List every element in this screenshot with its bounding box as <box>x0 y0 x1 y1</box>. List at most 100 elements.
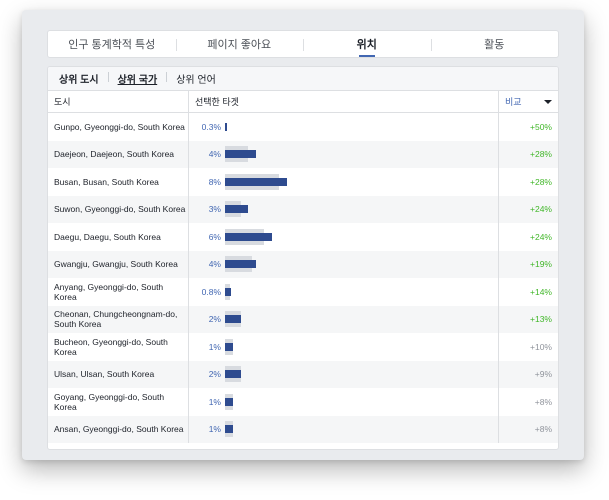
compare-value: +24% <box>498 223 558 251</box>
compare-value: +8% <box>498 388 558 416</box>
column-header-city: 도시 <box>54 97 71 107</box>
column-header-compare[interactable]: 비교 <box>498 91 558 112</box>
table-row: Suwon, Gyeonggi-do, South Korea 3% +24% <box>48 195 558 224</box>
table-row: Ansan, Gyeonggi-do, South Korea 1% +8% <box>48 415 558 444</box>
compare-value: +9% <box>498 360 558 388</box>
target-bar <box>225 370 241 379</box>
table-row: Gunpo, Gyeonggi-do, South Korea 0.3% +50% <box>48 113 558 141</box>
tab-demographics[interactable]: 인구 통계학적 특성 <box>48 31 176 57</box>
target-cell: 6% <box>188 223 498 251</box>
target-bar <box>225 315 241 324</box>
bar-area <box>225 388 475 416</box>
target-cell: 0.3% <box>188 113 498 141</box>
target-cell: 3% <box>188 195 498 224</box>
bar-area <box>225 223 475 251</box>
table-row: Daegu, Daegu, South Korea 6% +24% <box>48 223 558 251</box>
target-cell: 2% <box>188 305 498 334</box>
target-cell: 2% <box>188 360 498 389</box>
city-name: Gwangju, Gwangju, South Korea <box>54 259 178 270</box>
bar-area <box>225 278 475 306</box>
target-bar <box>225 287 232 296</box>
target-cell: 4% <box>188 140 498 169</box>
subtab-top-languages[interactable]: 상위 언어 <box>176 71 226 86</box>
target-bar <box>225 232 272 241</box>
city-name: Daejeon, Daejeon, South Korea <box>54 149 175 160</box>
target-cell: 0.8% <box>188 278 498 306</box>
compare-value: +14% <box>498 278 558 306</box>
target-percent: 1% <box>208 341 221 352</box>
bar-area <box>225 416 475 444</box>
city-name: Ansan, Gyeonggi-do, South Korea <box>54 424 184 435</box>
city-name: Busan, Busan, South Korea <box>54 176 159 187</box>
city-name: Anyang, Gyeonggi-do, South Korea <box>54 281 164 302</box>
city-name: Gunpo, Gyeonggi-do, South Korea <box>54 121 185 132</box>
target-percent: 4% <box>208 149 221 160</box>
bar-area <box>225 333 475 361</box>
target-bar <box>225 177 287 186</box>
table-row: Busan, Busan, South Korea 8% +28% <box>48 168 558 196</box>
target-percent: 0.3% <box>201 121 221 132</box>
target-bar <box>225 342 233 351</box>
column-header-target: 선택한 타겟 <box>188 91 498 112</box>
table-body: Gunpo, Gyeonggi-do, South Korea 0.3% +50% D… <box>48 113 558 443</box>
compare-value: +19% <box>498 250 558 278</box>
target-bar <box>225 150 256 159</box>
table-row: Goyang, Gyeonggi-do, South Korea 1% +8% <box>48 388 558 416</box>
bar-area <box>225 306 475 334</box>
bar-area <box>225 361 475 389</box>
column-header-compare-label: 비교 <box>505 97 522 107</box>
target-percent: 6% <box>208 231 221 242</box>
target-cell: 1% <box>188 388 498 416</box>
target-percent: 4% <box>208 259 221 270</box>
target-percent: 8% <box>208 176 221 187</box>
compare-value: +10% <box>498 333 558 361</box>
city-name: Bucheon, Gyeonggi-do, South Korea <box>54 336 168 357</box>
compare-value: +8% <box>498 415 558 443</box>
target-cell: 1% <box>188 333 498 361</box>
bar-area <box>225 196 475 224</box>
subtab-top-cities[interactable]: 상위 도시 <box>59 71 109 86</box>
target-percent: 0.8% <box>201 286 221 297</box>
compare-value: +50% <box>498 113 558 141</box>
location-panel: 상위 도시 상위 국가 상위 언어 도시 선택한 타겟 비교 Gunpo, Gy… <box>47 66 559 450</box>
target-bar <box>225 397 233 406</box>
tab-location[interactable]: 위치 <box>303 31 431 57</box>
target-percent: 1% <box>208 396 221 407</box>
target-bar <box>225 205 249 214</box>
target-percent: 2% <box>208 314 221 325</box>
target-bar <box>225 425 233 434</box>
table-row: Anyang, Gyeonggi-do, South Korea 0.8% +14% <box>48 278 558 306</box>
tab-page-likes[interactable]: 페이지 좋아요 <box>175 31 304 57</box>
subtab-top-countries[interactable]: 상위 국가 <box>118 71 168 86</box>
sort-caret-icon[interactable] <box>544 99 552 104</box>
compare-value: +24% <box>498 195 558 223</box>
table-row: Cheonan, Chungcheongnam-do, South Korea 2… <box>48 305 558 334</box>
city-name: Suwon, Gyeonggi-do, South Korea <box>54 204 186 215</box>
city-name: Ulsan, Ulsan, South Korea <box>54 369 155 380</box>
compare-value: +28% <box>498 140 558 168</box>
bar-area <box>225 251 475 279</box>
city-name: Cheonan, Chungcheongnam-do, South Korea <box>54 309 178 330</box>
table-row: Bucheon, Gyeonggi-do, South Korea 1% +10% <box>48 333 558 361</box>
target-percent: 2% <box>208 369 221 380</box>
target-bar <box>225 122 228 131</box>
subtabs: 상위 도시 상위 국가 상위 언어 <box>48 67 558 91</box>
city-name: Goyang, Gyeonggi-do, South Korea <box>54 391 165 412</box>
compare-value: +28% <box>498 168 558 196</box>
audience-insights-card: 인구 통계학적 특성 페이지 좋아요 위치 활동 상위 도시 상위 국가 상위 … <box>22 10 584 460</box>
target-bar <box>225 260 256 269</box>
city-name: Daegu, Daegu, South Korea <box>54 231 161 242</box>
target-cell: 1% <box>188 415 498 444</box>
target-cell: 4% <box>188 250 498 279</box>
table-row: Daejeon, Daejeon, South Korea 4% +28% <box>48 140 558 169</box>
table-header: 도시 선택한 타겟 비교 <box>48 91 558 113</box>
tab-activity[interactable]: 활동 <box>430 31 559 57</box>
bar-area <box>225 141 475 169</box>
main-tabs: 인구 통계학적 특성 페이지 좋아요 위치 활동 <box>47 30 559 58</box>
table-row: Gwangju, Gwangju, South Korea 4% +19% <box>48 250 558 279</box>
target-cell: 8% <box>188 168 498 196</box>
bar-area <box>225 113 475 141</box>
target-percent: 1% <box>208 424 221 435</box>
target-percent: 3% <box>208 204 221 215</box>
bar-area <box>225 168 475 196</box>
